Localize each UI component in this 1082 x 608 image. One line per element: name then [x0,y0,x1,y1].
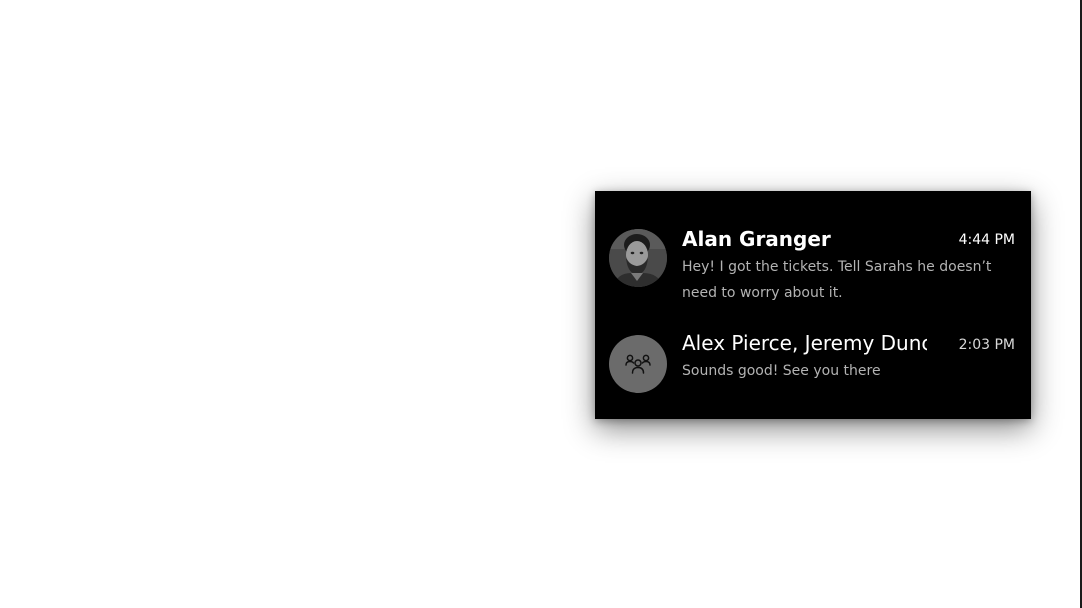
conversation-list-panel: Alan Granger 4:44 PM Hey! I got the tick… [595,191,1031,419]
message-preview: Hey! I got the tickets. Tell Sarahs he d… [682,259,992,301]
avatar [609,229,667,287]
conversation-item-group[interactable]: Alex Pierce, Jeremy Dunc 2:03 PM Sounds … [595,327,1031,397]
conversation-time: 4:44 PM [958,232,1015,248]
group-icon [625,354,651,374]
conversation-time: 2:03 PM [958,337,1015,353]
screen: Alan Granger 4:44 PM Hey! I got the tick… [0,0,1082,608]
message-preview: Sounds good! See you there [682,363,881,379]
group-avatar [609,335,667,393]
conversation-item-alan-granger[interactable]: Alan Granger 4:44 PM Hey! I got the tick… [595,221,1031,301]
conversation-name: Alan Granger [682,227,831,251]
conversation-name: Alex Pierce, Jeremy Dunc [682,331,927,355]
person-photo-icon [609,229,667,287]
